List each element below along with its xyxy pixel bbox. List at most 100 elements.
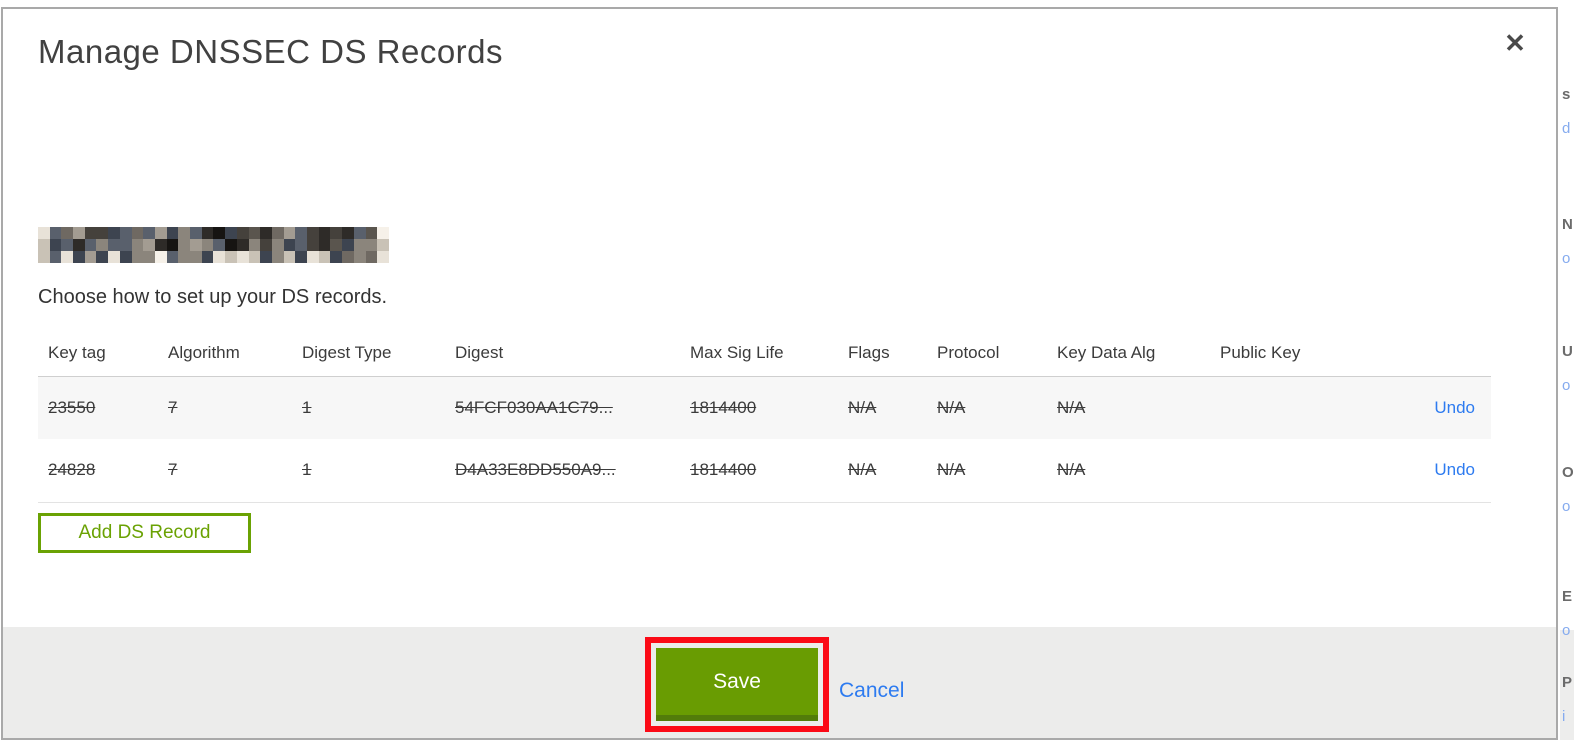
redaction-pixel (271, 239, 284, 251)
cell-digest: 54FCF030AA1C79... (455, 397, 613, 417)
redaction-pixel (190, 251, 202, 263)
column-header: Key tag (38, 330, 158, 377)
redaction-pixel (283, 239, 296, 251)
redaction-pixel (178, 239, 191, 251)
redaction-pixel (377, 251, 389, 263)
redaction-pixel (119, 227, 132, 239)
redaction-pixel (73, 227, 85, 239)
redaction-pixel (295, 251, 308, 263)
redaction-pixel (342, 251, 354, 263)
redaction-pixel (166, 227, 179, 239)
instruction-text: Choose how to set up your DS records. (38, 286, 388, 308)
redaction-pixel (119, 251, 132, 263)
add-ds-record-button[interactable]: Add DS Record (38, 513, 251, 553)
table-row: 23550 7 1 54FCF030AA1C79... 1814400 N/A N/A N/A… (38, 376, 1491, 439)
close-icon[interactable]: ✕ (1497, 25, 1533, 61)
redaction-pixel (131, 239, 144, 251)
cell-digest-type: 1 (302, 397, 312, 417)
redaction-pixel (154, 251, 167, 263)
background-text-fragment: o (1562, 377, 1571, 394)
redaction-pixel (178, 251, 191, 263)
redaction-pixel (307, 239, 319, 251)
redaction-pixel (190, 239, 202, 251)
background-text-fragment: o (1562, 622, 1571, 639)
save-button[interactable]: Save (656, 648, 818, 721)
redaction-pixel (166, 251, 179, 263)
cell-digest: D4A33E8DD550A9... (455, 460, 616, 480)
redaction-pixel (330, 227, 343, 239)
redaction-pixel (108, 227, 120, 239)
redaction-pixel (330, 251, 343, 263)
undo-link[interactable]: Undo (1434, 460, 1475, 479)
redaction-pixel (49, 239, 62, 251)
cell-public-key (1210, 376, 1391, 439)
column-header: Flags (838, 330, 927, 377)
redaction-pixel (283, 227, 296, 239)
background-text-fragment: i (1562, 708, 1566, 725)
column-header: Digest Type (292, 330, 445, 377)
cell-protocol: N/A (937, 397, 966, 417)
redaction-pixel (201, 239, 214, 251)
background-text-fragment: O (1562, 464, 1574, 481)
redaction-pixel (377, 239, 389, 251)
redaction-pixel (283, 251, 296, 263)
column-header: Key Data Alg (1047, 330, 1210, 377)
dialog-title: Manage DNSSEC DS Records (38, 33, 504, 70)
redaction-pixel (166, 239, 179, 251)
redaction-pixel (73, 239, 85, 251)
redaction-pixel (61, 227, 74, 239)
redaction-pixel (330, 239, 343, 251)
cancel-link[interactable]: Cancel (839, 679, 904, 703)
cell-key-tag: 23550 (48, 397, 96, 417)
background-text-fragment: N (1562, 216, 1573, 233)
redaction-pixel (260, 239, 272, 251)
redaction-pixel (143, 251, 155, 263)
redaction-pixel (225, 251, 237, 263)
redaction-pixel (61, 251, 74, 263)
redaction-pixel (295, 227, 308, 239)
redaction-pixel (377, 227, 389, 239)
manage-dnssec-dialog: Manage DNSSEC DS Records ✕ Choose how to… (1, 7, 1558, 740)
redaction-pixel (342, 239, 354, 251)
cell-algorithm: 7 (168, 397, 178, 417)
redaction-pixel (154, 227, 167, 239)
redaction-pixel (248, 227, 261, 239)
redaction-pixel (143, 227, 155, 239)
background-text-fragment: o (1562, 250, 1571, 267)
redaction-pixel (96, 239, 109, 251)
redaction-pixel (260, 251, 272, 263)
table-row: 24828 7 1 D4A33E8DD550A9... 1814400 N/A N/A N/A… (38, 439, 1491, 502)
redaction-pixel (154, 239, 167, 251)
redaction-pixel (178, 227, 191, 239)
redaction-pixel (236, 251, 249, 263)
column-header: Public Key (1210, 330, 1391, 377)
cell-public-key (1210, 439, 1391, 502)
redaction-pixel (271, 227, 284, 239)
redaction-pixel (143, 239, 155, 251)
header-row: Key tag Algorithm Digest Type Digest Max Sig… (38, 330, 1491, 377)
undo-link[interactable]: Undo (1434, 398, 1475, 417)
redaction-pixel (119, 239, 132, 251)
cell-digest-type: 1 (302, 460, 312, 480)
redaction-pixel (365, 239, 378, 251)
background-text-fragment: s (1562, 86, 1571, 103)
redaction-pixel (365, 251, 378, 263)
page-background: Manage DNSSEC DS Records ✕ Choose how to… (0, 0, 1574, 746)
redaction-pixel (318, 239, 331, 251)
redaction-pixel (96, 251, 109, 263)
redaction-pixel (225, 227, 237, 239)
annotation-highlight-box: Save (645, 637, 829, 732)
column-header: Protocol (927, 330, 1047, 377)
redaction-pixel (201, 251, 214, 263)
redaction-pixel (38, 239, 50, 251)
column-header: Algorithm (158, 330, 292, 377)
background-page-strip: sdNoUoOoEoPi (1560, 0, 1574, 746)
background-text-fragment: E (1562, 588, 1573, 605)
redaction-pixel (236, 239, 249, 251)
redaction-pixel (295, 239, 308, 251)
background-text-fragment: P (1562, 674, 1573, 691)
redaction-pixel (201, 227, 214, 239)
redaction-pixel (318, 227, 331, 239)
redaction-pixel (49, 251, 62, 263)
cell-algorithm: 7 (168, 460, 178, 480)
